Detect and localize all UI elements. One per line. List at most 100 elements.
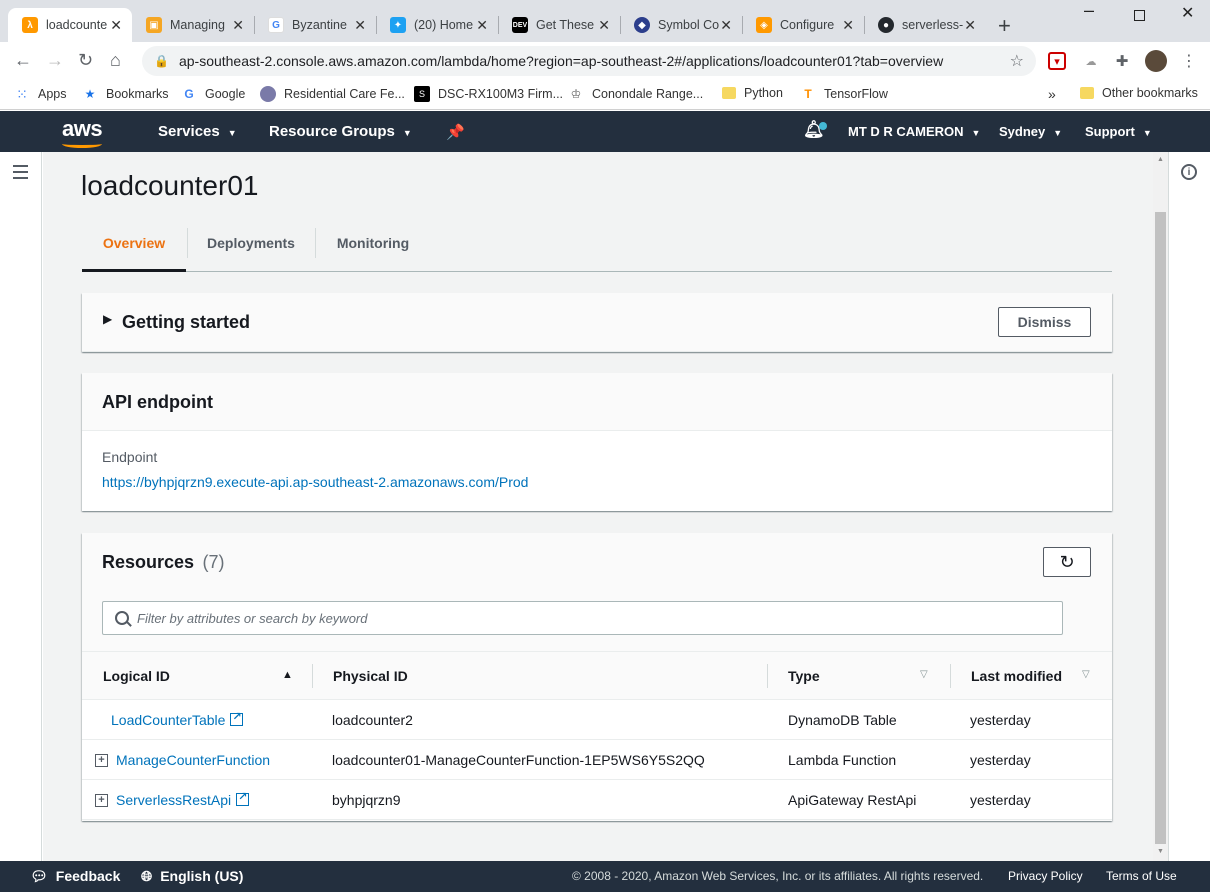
home-icon[interactable]: ⌂: [110, 50, 121, 71]
resources-search-input[interactable]: Filter by attributes or search by keywor…: [102, 601, 1063, 635]
browser-tab[interactable]: ◈ Configure ✕: [742, 8, 864, 42]
page-scrollbar[interactable]: ▲ ▼: [1153, 152, 1168, 861]
logical-id-link[interactable]: ManageCounterFunction: [116, 752, 270, 768]
api-endpoint-header: API endpoint: [82, 373, 1112, 431]
services-menu[interactable]: Services ▼: [158, 123, 237, 140]
browser-tab[interactable]: DEV Get These ✕: [498, 8, 620, 42]
close-icon[interactable]: ✕: [720, 17, 732, 34]
other-bookmarks[interactable]: Other bookmarks: [1080, 86, 1198, 100]
resource-groups-menu[interactable]: Resource Groups ▼: [269, 123, 412, 140]
bookmark-residential[interactable]: Residential Care Fe...: [260, 86, 405, 102]
bookmark-label: Apps: [38, 87, 67, 101]
browser-tab-title: Symbol Co: [658, 18, 720, 32]
extension-shield-icon[interactable]: ▾: [1048, 52, 1066, 70]
aws-logo-text: aws: [62, 116, 103, 141]
browser-tab[interactable]: ● serverless- ✕: [864, 8, 986, 42]
bookmark-star-icon[interactable]: ☆: [1010, 51, 1024, 71]
tab-monitoring[interactable]: Monitoring: [316, 226, 430, 272]
endpoint-url-link[interactable]: https://byhpjqrzn9.execute-api.ap-southe…: [102, 474, 528, 490]
page-title: loadcounter01: [81, 170, 259, 201]
pin-icon[interactable]: 📌: [446, 123, 465, 141]
folder-icon: [1080, 87, 1094, 99]
overflow-chevron-icon: »: [1048, 86, 1056, 102]
scroll-down-icon[interactable]: ▼: [1157, 848, 1164, 855]
table-row: LoadCounterTable loadcounter2 DynamoDB T…: [82, 700, 1112, 740]
last-modified-cell: yesterday: [970, 712, 1031, 728]
tab-overview[interactable]: Overview: [82, 226, 186, 272]
bookmark-dsc[interactable]: S DSC-RX100M3 Firm...: [414, 86, 563, 102]
expand-plus-icon[interactable]: +: [95, 794, 108, 807]
col-type[interactable]: Type: [788, 668, 820, 684]
browser-menu-icon[interactable]: ⋮: [1180, 52, 1198, 70]
address-bar[interactable]: 🔒 ap-southeast-2.console.aws.amazon.com/…: [142, 46, 1036, 76]
language-selector[interactable]: 🌐︎ English (US): [141, 868, 243, 885]
back-arrow-icon[interactable]: ←: [14, 50, 32, 71]
console-footer: 💬︎ Feedback 🌐︎ English (US) © 2008 - 2020,…: [0, 861, 1210, 892]
external-link-icon[interactable]: [236, 790, 250, 806]
account-menu[interactable]: MT D R CAMERON ▼: [848, 124, 980, 139]
terms-of-use-link[interactable]: Terms of Use: [1106, 869, 1177, 883]
reload-icon[interactable]: ↻: [78, 50, 93, 71]
aws-logo[interactable]: aws: [62, 116, 103, 148]
bookmark-apps[interactable]: ⁙ Apps: [14, 86, 67, 102]
forward-arrow-icon[interactable]: →: [46, 50, 64, 71]
browser-tab[interactable]: ◆ Symbol Co ✕: [620, 8, 742, 42]
col-physical-id[interactable]: Physical ID: [333, 668, 408, 684]
window-close-icon[interactable]: ✕: [1181, 3, 1194, 23]
bell-icon[interactable]: 🔔︎: [803, 120, 827, 140]
last-modified-cell: yesterday: [970, 752, 1031, 768]
refresh-button[interactable]: ↻: [1043, 547, 1091, 577]
browser-tab-title: serverless-: [902, 18, 964, 32]
close-icon[interactable]: ✕: [232, 17, 244, 34]
expand-plus-icon[interactable]: +: [95, 754, 108, 767]
bookmark-bookmarks[interactable]: ★ Bookmarks: [82, 86, 169, 102]
sort-icon[interactable]: ▽: [920, 669, 928, 680]
getting-started-title[interactable]: Getting started: [122, 312, 250, 333]
support-menu[interactable]: Support ▼: [1085, 124, 1152, 139]
caret-right-icon[interactable]: ▶: [103, 312, 112, 326]
new-tab-button[interactable]: +: [998, 13, 1011, 39]
dismiss-button[interactable]: Dismiss: [998, 307, 1091, 337]
browser-tab[interactable]: G Byzantine ✕: [254, 8, 376, 42]
resources-table: Logical ID ▲ Physical ID Type ▽ Last mod…: [82, 651, 1112, 820]
close-icon[interactable]: ✕: [110, 17, 122, 34]
close-icon[interactable]: ✕: [476, 17, 488, 34]
aws-smile-icon: [62, 140, 102, 148]
bookmark-conondale[interactable]: ♔ Conondale Range...: [568, 86, 704, 102]
col-last-modified[interactable]: Last modified: [971, 668, 1062, 684]
hamburger-menu-icon[interactable]: [13, 165, 28, 183]
feedback-button[interactable]: 💬︎ Feedback: [30, 868, 120, 885]
browser-tab[interactable]: λ loadcounte ✕: [8, 8, 132, 42]
chevron-down-icon: ▼: [971, 128, 981, 138]
col-logical-id[interactable]: Logical ID: [103, 668, 170, 684]
profile-avatar[interactable]: [1145, 50, 1167, 72]
sort-icon[interactable]: ▽: [1082, 669, 1090, 680]
browser-tab-title: Configure: [780, 18, 835, 32]
scroll-up-icon[interactable]: ▲: [1157, 156, 1164, 163]
chevron-down-icon: ▼: [402, 128, 412, 138]
minimize-icon[interactable]: –: [1084, 0, 1094, 21]
logical-id-link[interactable]: ServerlessRestApi: [116, 792, 231, 808]
bookmarks-overflow-button[interactable]: »: [1048, 86, 1056, 102]
close-icon[interactable]: ✕: [964, 17, 976, 34]
crest-icon: ♔: [570, 87, 582, 101]
close-icon[interactable]: ✕: [842, 17, 854, 34]
maximize-icon[interactable]: [1134, 10, 1145, 21]
extension-cloud-icon[interactable]: ☁: [1082, 52, 1100, 70]
browser-tab[interactable]: ▣ Managing ✕: [132, 8, 254, 42]
bookmark-google[interactable]: G Google: [181, 86, 245, 102]
sort-ascending-icon[interactable]: ▲: [282, 669, 293, 681]
close-icon[interactable]: ✕: [598, 17, 610, 34]
tab-deployments[interactable]: Deployments: [188, 226, 314, 272]
bookmark-python[interactable]: Python: [722, 86, 783, 100]
external-link-icon[interactable]: [230, 710, 244, 726]
browser-tab[interactable]: ✦ (20) Home ✕: [376, 8, 498, 42]
logical-id-link[interactable]: LoadCounterTable: [111, 712, 225, 728]
info-icon[interactable]: i: [1181, 164, 1197, 180]
close-icon[interactable]: ✕: [354, 17, 366, 34]
region-menu[interactable]: Sydney ▼: [999, 124, 1062, 139]
extensions-puzzle-icon[interactable]: ✚: [1113, 52, 1131, 70]
scrollbar-thumb[interactable]: [1155, 212, 1166, 844]
privacy-policy-link[interactable]: Privacy Policy: [1008, 869, 1083, 883]
bookmark-tensorflow[interactable]: T TensorFlow: [800, 86, 888, 102]
